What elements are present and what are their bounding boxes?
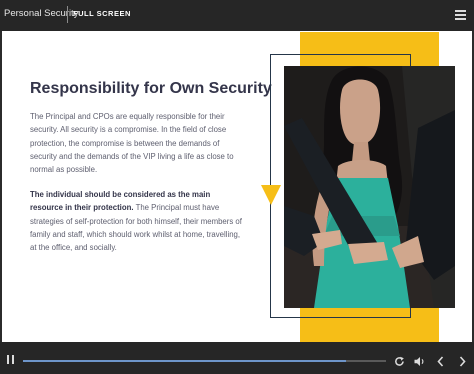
- volume-icon[interactable]: [414, 354, 426, 366]
- top-bar: Personal Security FULL SCREEN: [0, 0, 474, 31]
- title-divider: [67, 6, 68, 23]
- pause-icon[interactable]: [7, 355, 14, 364]
- yellow-arrow-marker: [261, 185, 281, 205]
- previous-icon[interactable]: [436, 354, 445, 367]
- progress-bar[interactable]: [23, 360, 386, 362]
- paragraph-security-compromise: The Principal and CPOs are equally respo…: [30, 112, 234, 175]
- slide-content: Responsibility for Own Security The Prin…: [2, 31, 472, 342]
- progress-fill: [23, 360, 347, 362]
- player-controls: [0, 342, 474, 374]
- photo-woman-in-teal-dress: [284, 66, 455, 308]
- fullscreen-button[interactable]: FULL SCREEN: [73, 9, 131, 18]
- paragraph-main-resource: The individual should be considered as t…: [30, 188, 242, 254]
- slide-heading: Responsibility for Own Security: [30, 80, 272, 97]
- replay-icon[interactable]: [394, 354, 405, 366]
- hamburger-menu-icon[interactable]: [455, 10, 466, 20]
- next-icon[interactable]: [458, 354, 467, 367]
